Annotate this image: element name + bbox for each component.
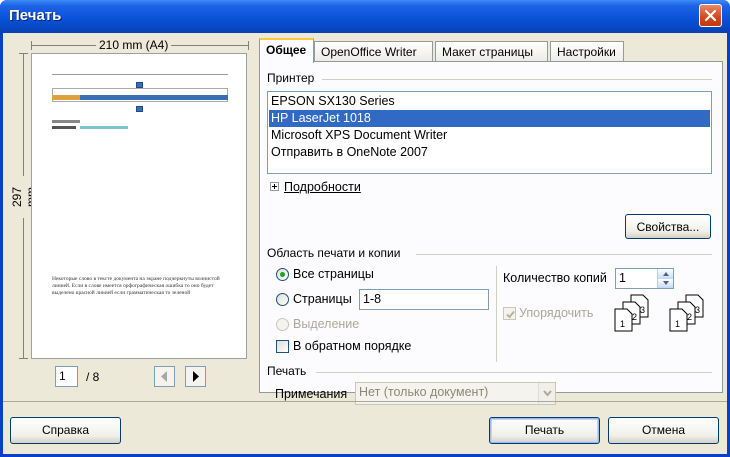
dialog-body: 210 mm (A4) 297 mm Некоторые слово в тек…: [3, 33, 727, 454]
width-dimension-label: 210 mm (A4): [96, 38, 172, 52]
dialog-button-bar: Справка Печать Отмена: [3, 401, 727, 454]
range-group-line: [416, 254, 712, 255]
next-page-button[interactable]: [185, 366, 206, 387]
notes-label: Примечания: [275, 387, 348, 401]
chevron-up-icon: [663, 272, 669, 276]
help-button[interactable]: Справка: [10, 417, 121, 444]
current-page-input[interactable]: 1: [55, 366, 78, 387]
details-label[interactable]: Подробности: [284, 180, 361, 194]
page-field-line: [52, 126, 76, 129]
reverse-order-checkbox[interactable]: [276, 340, 289, 353]
page-preview-text: Некоторые слово в тексте документа на эк…: [52, 276, 220, 296]
collated-pages-icon: 3 2 1: [614, 294, 649, 332]
all-pages-label[interactable]: Все страницы: [293, 267, 374, 281]
triangle-right-icon: [193, 371, 199, 382]
copies-spin-up[interactable]: [657, 269, 673, 279]
copies-label: Количество копий: [503, 271, 607, 285]
printer-list[interactable]: EPSON SX130 Series HP LaserJet 1018 Micr…: [267, 91, 712, 174]
printer-item-selected[interactable]: HP LaserJet 1018: [269, 110, 710, 127]
print-group-label: Печать: [267, 364, 307, 378]
tab-settings[interactable]: Настройки: [550, 41, 624, 62]
print-dialog: Печать 210 mm (A4) 297 mm: [0, 0, 730, 457]
tab-openoffice-writer[interactable]: OpenOffice Writer: [314, 41, 433, 62]
close-button[interactable]: [699, 4, 722, 27]
pages-radio[interactable]: [276, 293, 289, 306]
printer-item[interactable]: EPSON SX130 Series: [269, 93, 710, 110]
svg-text:2: 2: [632, 312, 637, 322]
close-icon: [704, 9, 717, 22]
selection-label[interactable]: Выделение: [293, 317, 359, 331]
svg-text:1: 1: [620, 319, 625, 329]
svg-text:3: 3: [695, 305, 700, 315]
title-bar[interactable]: Печать: [0, 0, 730, 33]
notes-select-value: Нет (только документ): [359, 385, 489, 399]
svg-text:2: 2: [687, 312, 692, 322]
page-field-line: [80, 126, 128, 129]
chevron-down-icon: [663, 281, 669, 285]
details-expand-icon[interactable]: [270, 182, 279, 191]
cancel-button[interactable]: Отмена: [608, 417, 719, 444]
total-pages-label: / 8: [86, 370, 100, 384]
collate-checkbox[interactable]: [503, 307, 516, 320]
page-field-line: [52, 120, 80, 123]
printer-group-label: Принтер: [267, 71, 315, 85]
range-group-label: Область печати и копии: [267, 246, 401, 260]
selection-radio[interactable]: [276, 318, 289, 331]
printer-item[interactable]: Microsoft XPS Document Writer: [269, 127, 710, 144]
window-title: Печать: [9, 7, 62, 24]
print-group-line: [316, 372, 712, 373]
general-tab-panel: Принтер EPSON SX130 Series HP LaserJet 1…: [259, 61, 723, 405]
tab-page-layout[interactable]: Макет страницы: [435, 41, 548, 62]
printer-group-line: [322, 79, 712, 80]
triangle-left-icon: [161, 371, 167, 382]
printer-item[interactable]: Отправить в OneNote 2007: [269, 144, 710, 161]
preview-panel: 210 mm (A4) 297 mm Некоторые слово в тек…: [3, 33, 253, 401]
page-frame-icon: [136, 82, 143, 88]
pages-range-input[interactable]: 1-8: [359, 289, 489, 310]
checkmark-icon: [506, 310, 515, 319]
page-frame-icon: [136, 106, 143, 112]
uncollated-pages-icon: 3 2 1: [669, 294, 704, 332]
page-header-line: [52, 74, 228, 75]
svg-text:3: 3: [640, 305, 645, 315]
collate-label[interactable]: Упорядочить: [519, 306, 593, 320]
page-preview: Некоторые слово в тексте документа на эк…: [31, 53, 247, 359]
pages-label[interactable]: Страницы: [293, 292, 352, 306]
page-orange-mark: [52, 95, 80, 100]
copies-spin-down[interactable]: [657, 279, 673, 288]
all-pages-radio[interactable]: [276, 268, 289, 281]
print-button[interactable]: Печать: [489, 417, 600, 444]
reverse-order-label[interactable]: В обратном порядке: [293, 339, 411, 353]
previous-page-button[interactable]: [154, 366, 175, 387]
svg-text:1: 1: [675, 319, 680, 329]
copies-separator: [496, 266, 497, 362]
tab-general[interactable]: Общее: [259, 38, 314, 63]
properties-button[interactable]: Свойства...: [625, 214, 711, 239]
